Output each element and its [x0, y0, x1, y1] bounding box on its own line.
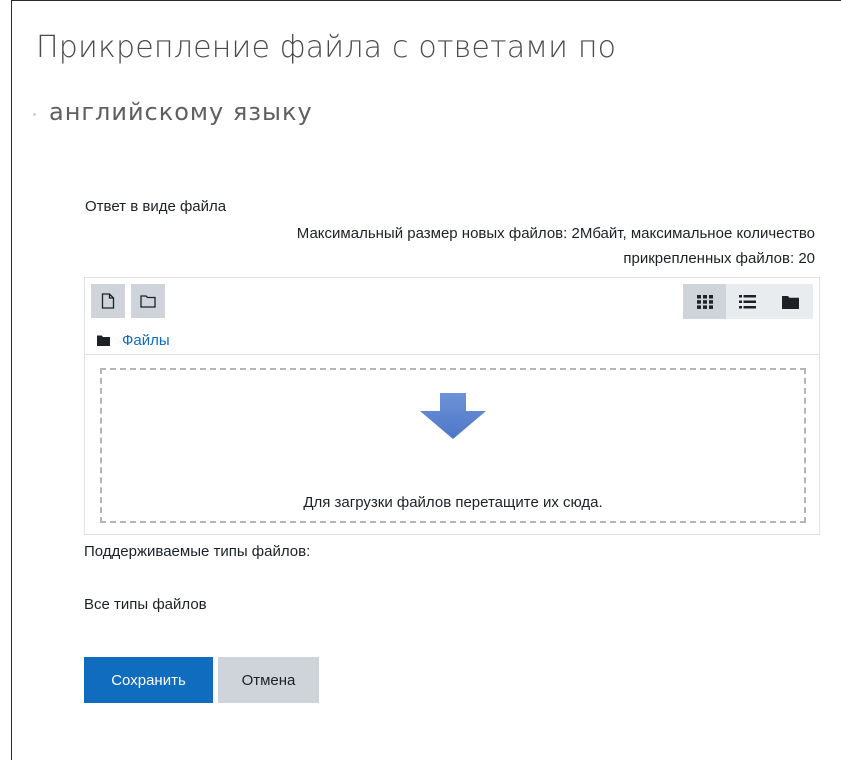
drop-zone[interactable]: Для загрузки файлов перетащите их сюда. — [100, 368, 806, 523]
supported-types-value: Все типы файлов — [84, 596, 207, 613]
file-icon — [101, 293, 115, 309]
download-arrow-icon — [420, 393, 486, 439]
drop-zone-text: Для загрузки файлов перетащите их сюда. — [303, 494, 603, 511]
page-title-line2: английскому языку — [49, 98, 313, 126]
create-folder-button[interactable] — [131, 284, 165, 318]
file-manager-toolbar — [85, 278, 819, 322]
supported-types-label: Поддерживаемые типы файлов: — [84, 543, 311, 560]
view-tree-button[interactable] — [769, 284, 812, 319]
cancel-button[interactable]: Отмена — [218, 657, 319, 703]
view-list-button[interactable] — [726, 284, 769, 319]
folder-icon — [97, 335, 110, 346]
view-mode-switcher — [683, 284, 813, 319]
divider — [85, 354, 819, 355]
breadcrumb: Файлы — [97, 330, 170, 350]
save-button[interactable]: Сохранить — [84, 657, 213, 703]
folder-tree-icon — [782, 295, 799, 309]
field-label: Ответ в виде файла — [85, 198, 227, 215]
folder-outline-icon — [140, 295, 156, 308]
grid-icon — [696, 294, 713, 309]
title-decor-dot — [33, 113, 36, 116]
breadcrumb-files-link[interactable]: Файлы — [122, 332, 170, 349]
page-title-line1: Прикрепление файла с ответами по — [36, 30, 617, 65]
file-limits-line1: Максимальный размер новых файлов: 2Мбайт… — [296, 225, 815, 242]
view-icons-button[interactable] — [683, 284, 726, 319]
list-icon — [739, 294, 756, 308]
file-limits-line2: прикрепленных файлов: 20 — [623, 250, 815, 267]
add-file-button[interactable] — [91, 284, 125, 318]
file-manager: Файлы Для загрузки файлов перетащите их … — [84, 277, 820, 535]
file-limits-info: Максимальный размер новых файлов: 2Мбайт… — [115, 221, 815, 271]
